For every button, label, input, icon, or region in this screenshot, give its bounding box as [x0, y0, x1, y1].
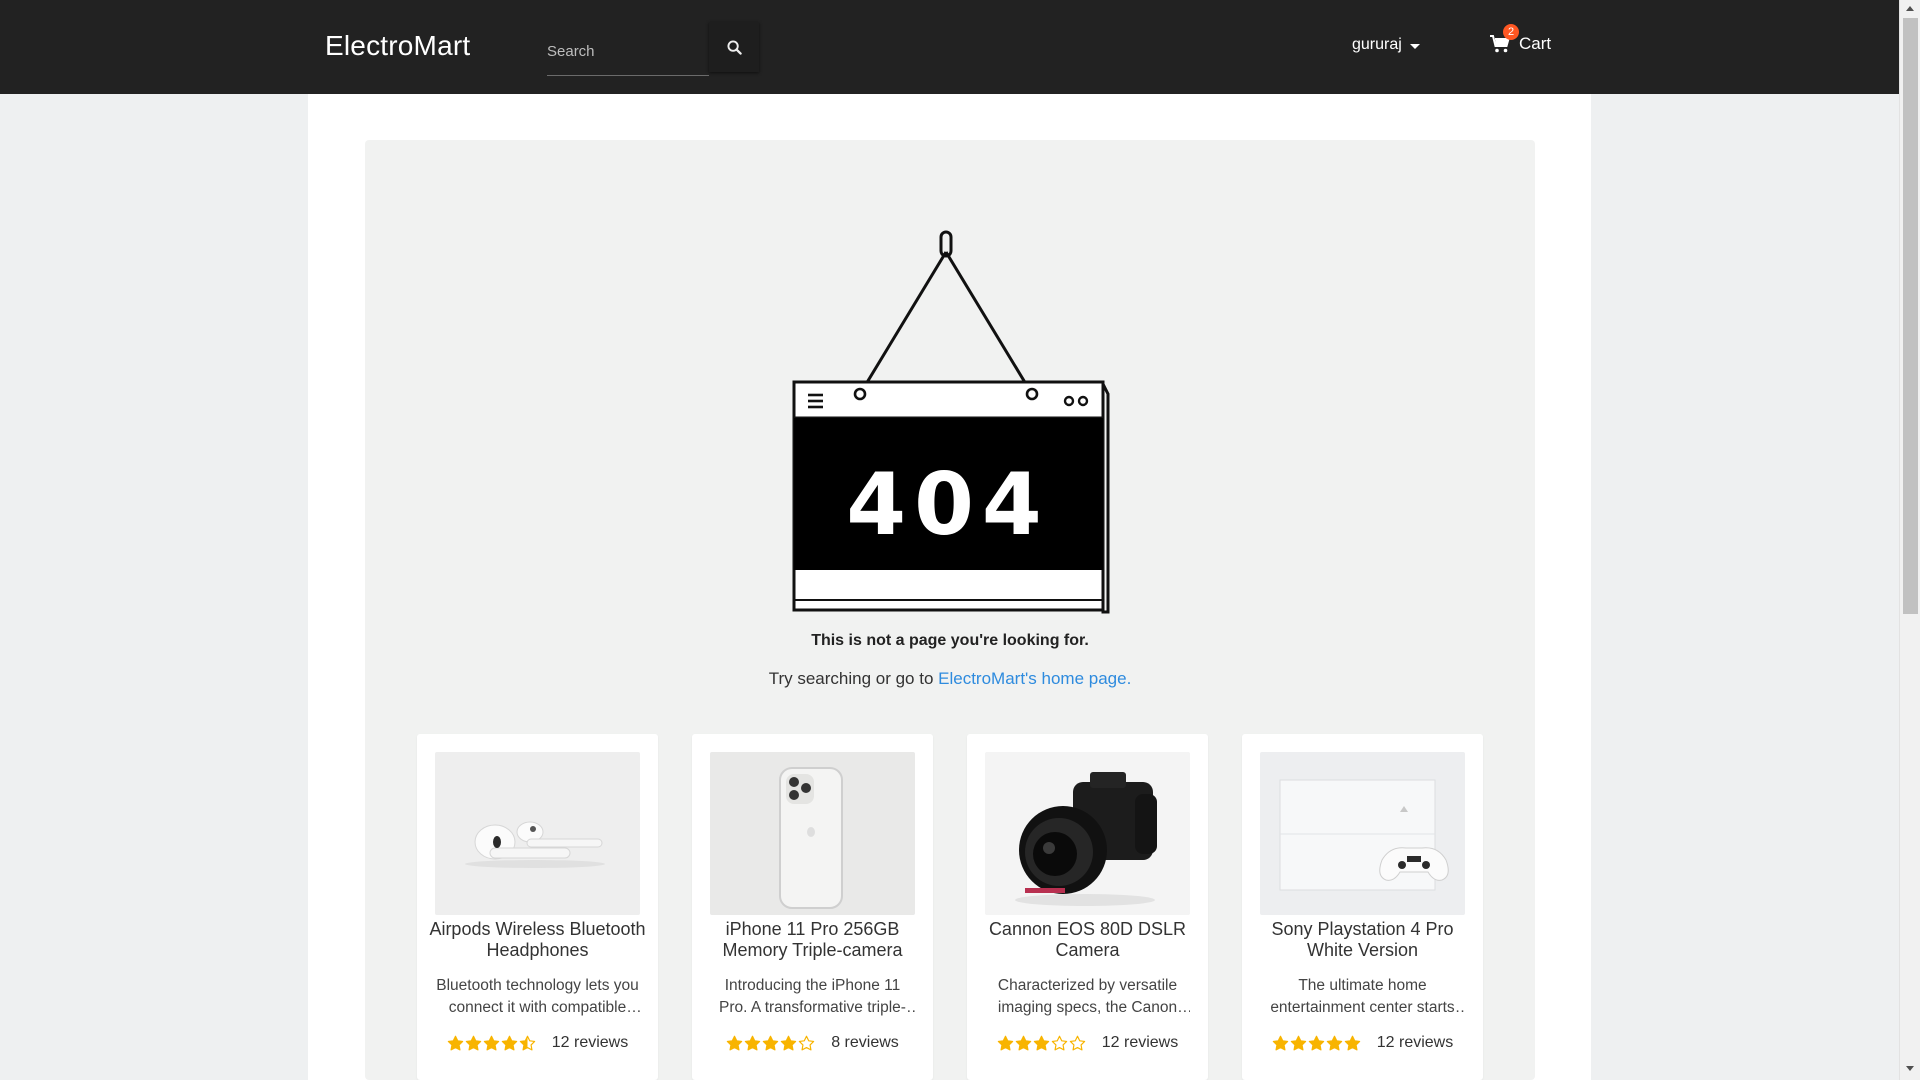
- error-code: 404: [846, 455, 1050, 555]
- product-rating: 12 reviews: [417, 1034, 658, 1052]
- star-filled-icon: [483, 1035, 499, 1050]
- product-image-airpods[interactable]: [435, 752, 640, 915]
- product-grid: Airpods Wireless Bluetooth Headphones Bl…: [417, 734, 1483, 1080]
- star-half-icon: [519, 1035, 535, 1050]
- review-count: 12 reviews: [1376, 1034, 1454, 1051]
- star-filled-icon: [1308, 1035, 1324, 1050]
- star-filled-icon: [1326, 1035, 1342, 1050]
- star-filled-icon: [744, 1035, 761, 1050]
- star-filled-icon: [1272, 1035, 1288, 1050]
- product-card[interactable]: Airpods Wireless Bluetooth Headphones Bl…: [417, 734, 658, 1080]
- product-rating: 8 reviews: [692, 1034, 933, 1052]
- star-filled-icon: [447, 1035, 463, 1050]
- product-title[interactable]: Sony Playstation 4 Pro White Version: [1248, 919, 1477, 961]
- product-description: Bluetooth technology lets you connect it…: [436, 977, 639, 1016]
- user-dropdown[interactable]: gururaj: [1352, 36, 1420, 54]
- caret-down-icon: [1409, 43, 1420, 49]
- user-name: gururaj: [1352, 36, 1402, 53]
- hanging-sign-illustration: 404: [792, 230, 1110, 614]
- page-scrollbar[interactable]: [1899, 0, 1920, 1080]
- search-button[interactable]: [709, 22, 759, 72]
- star-filled-icon: [1033, 1035, 1049, 1050]
- star-filled-icon: [501, 1035, 517, 1050]
- product-title[interactable]: iPhone 11 Pro 256GB Memory Triple-camera: [698, 919, 927, 961]
- error-subtitle: Try searching or go to ElectroMart's hom…: [365, 669, 1535, 689]
- product-card[interactable]: iPhone 11 Pro 256GB Memory Triple-camera…: [692, 734, 933, 1080]
- cart-icon: 2: [1489, 24, 1519, 54]
- star-filled-icon: [1344, 1035, 1360, 1050]
- review-count: 12 reviews: [551, 1034, 629, 1051]
- error-title: This is not a page you're looking for.: [811, 632, 1089, 649]
- navbar: ElectroMart gururaj 2 Cart: [0, 0, 1899, 94]
- rating-stars: [1272, 1035, 1361, 1052]
- star-filled-icon: [1290, 1035, 1306, 1050]
- brand-logo[interactable]: ElectroMart: [325, 30, 470, 62]
- rating-stars: [447, 1035, 536, 1052]
- star-filled-icon: [997, 1035, 1013, 1050]
- cart-link[interactable]: 2 Cart: [1489, 24, 1552, 54]
- product-card[interactable]: Sony Playstation 4 Pro White Version The…: [1242, 734, 1483, 1080]
- product-card[interactable]: Cannon EOS 80D DSLR Camera Characterized…: [967, 734, 1208, 1080]
- rating-stars: [726, 1035, 815, 1052]
- star-empty-icon: [1051, 1035, 1067, 1050]
- product-description: Characterized by versatile imaging specs…: [997, 977, 1178, 1016]
- star-empty-icon: [1069, 1035, 1085, 1050]
- star-filled-icon: [726, 1035, 743, 1050]
- search-input[interactable]: [547, 24, 709, 75]
- error-subtitle-text: Try searching or go to: [768, 669, 939, 688]
- product-rating: 12 reviews: [1242, 1034, 1483, 1052]
- product-rating: 12 reviews: [967, 1034, 1208, 1052]
- review-count: 8 reviews: [831, 1034, 899, 1051]
- product-description: The ultimate home entertainment center s…: [1270, 977, 1455, 1016]
- cart-label: Cart: [1519, 34, 1552, 53]
- product-image-iphone[interactable]: [710, 752, 915, 915]
- search-icon: [726, 39, 742, 55]
- product-description: Introducing the iPhone 11 Pro. A transfo…: [719, 977, 906, 1016]
- scroll-thumb[interactable]: [1903, 18, 1918, 614]
- cart-count-badge: 2: [1503, 24, 1519, 40]
- star-filled-icon: [762, 1035, 779, 1050]
- rating-stars: [997, 1035, 1086, 1052]
- star-empty-icon: [798, 1035, 815, 1050]
- product-title[interactable]: Airpods Wireless Bluetooth Headphones: [423, 919, 652, 961]
- scroll-down-arrow-icon[interactable]: [1906, 1066, 1914, 1071]
- product-image-camera[interactable]: [985, 752, 1190, 915]
- home-page-link[interactable]: ElectroMart's home page.: [938, 669, 1131, 688]
- review-count: 12 reviews: [1101, 1034, 1179, 1051]
- product-title[interactable]: Cannon EOS 80D DSLR Camera: [973, 919, 1202, 961]
- product-image-playstation[interactable]: [1260, 752, 1465, 915]
- search-field: [547, 24, 709, 76]
- star-filled-icon: [780, 1035, 797, 1050]
- scroll-up-arrow-icon[interactable]: [1906, 6, 1914, 11]
- star-filled-icon: [465, 1035, 481, 1050]
- star-filled-icon: [1015, 1035, 1031, 1050]
